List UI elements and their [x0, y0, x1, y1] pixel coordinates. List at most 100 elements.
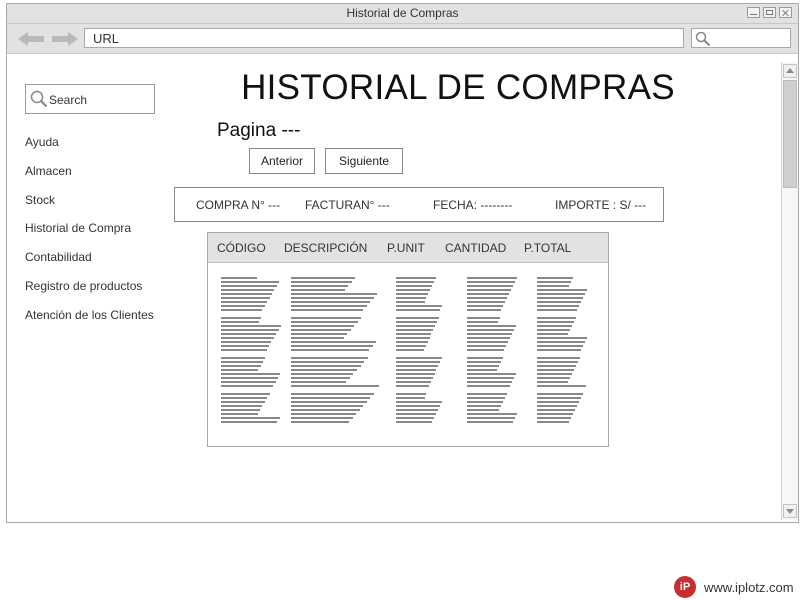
placeholder-text-line	[396, 357, 442, 359]
browser-search-field[interactable]	[691, 28, 791, 48]
placeholder-text-line	[537, 421, 569, 423]
placeholder-text-line	[467, 357, 503, 359]
sidebar-item-stock[interactable]: Stock	[25, 190, 154, 219]
scroll-thumb[interactable]	[783, 80, 797, 188]
placeholder-text-line	[291, 413, 357, 415]
placeholder-text-line	[221, 365, 261, 367]
placeholder-text-line	[396, 413, 437, 415]
window-title: Historial de Compras	[346, 6, 459, 20]
placeholder-text-line	[467, 309, 501, 311]
placeholder-text-line	[537, 305, 579, 307]
placeholder-text-line	[221, 361, 263, 363]
placeholder-text-line	[221, 329, 279, 331]
placeholder-text-line	[291, 281, 352, 283]
placeholder-text-line	[221, 405, 263, 407]
placeholder-text-line	[221, 341, 272, 343]
placeholder-text-line	[221, 289, 275, 291]
placeholder-text-line	[467, 365, 499, 367]
placeholder-text-line	[221, 381, 276, 383]
placeholder-text-line	[396, 333, 432, 335]
placeholder-text-line	[537, 345, 583, 347]
placeholder-text-line	[396, 421, 433, 423]
placeholder-text-line	[291, 357, 368, 359]
placeholder-text-column-descripcion	[291, 277, 379, 429]
sidebar-item-almacen[interactable]: Almacen	[25, 161, 154, 190]
placeholder-text-column-punit	[396, 277, 442, 429]
sidebar-item-atencion[interactable]: Atención de los Clientes	[25, 305, 154, 334]
placeholder-text-line	[537, 393, 583, 395]
placeholder-text-line	[396, 373, 435, 375]
maximize-button[interactable]	[763, 7, 776, 18]
scroll-down-button[interactable]	[783, 504, 797, 518]
placeholder-text-line	[221, 393, 270, 395]
placeholder-text-line	[291, 309, 364, 311]
title-bar: Historial de Compras	[7, 4, 798, 24]
placeholder-text-line	[396, 289, 431, 291]
placeholder-text-line	[396, 345, 426, 347]
next-button[interactable]: Siguiente	[325, 148, 403, 174]
placeholder-text-line	[467, 305, 503, 307]
placeholder-text-line	[537, 285, 569, 287]
placeholder-text-line	[537, 397, 581, 399]
placeholder-text-line	[467, 281, 515, 283]
placeholder-text-line	[396, 301, 425, 303]
placeholder-text-line	[467, 337, 510, 339]
forward-arrow-icon[interactable]	[52, 32, 78, 46]
placeholder-text-line	[291, 289, 345, 291]
placeholder-text-line	[537, 289, 587, 291]
sidebar-menu: Ayuda Almacen Stock Historial de Compra …	[25, 132, 154, 334]
placeholder-text-line	[537, 277, 573, 279]
placeholder-text-line	[537, 317, 576, 319]
minimize-button[interactable]	[747, 7, 760, 18]
placeholder-text-line	[537, 281, 571, 283]
placeholder-text-line	[291, 277, 356, 279]
placeholder-text-line	[396, 281, 434, 283]
vertical-scrollbar[interactable]	[781, 62, 798, 520]
placeholder-text-line	[537, 337, 587, 339]
previous-button[interactable]: Anterior	[249, 148, 315, 174]
sidebar-item-historial[interactable]: Historial de Compra	[25, 218, 154, 247]
placeholder-text-line	[467, 409, 499, 411]
placeholder-text-line	[221, 349, 267, 351]
sidebar-item-registro[interactable]: Registro de productos	[25, 276, 154, 305]
sidebar-item-ayuda[interactable]: Ayuda	[25, 132, 154, 161]
placeholder-text-line	[291, 341, 377, 343]
placeholder-text-line	[396, 405, 440, 407]
placeholder-text-line	[467, 413, 517, 415]
placeholder-text-line	[396, 277, 436, 279]
placeholder-text-line	[221, 417, 280, 419]
placeholder-text-line	[537, 309, 577, 311]
placeholder-text-line	[221, 297, 270, 299]
placeholder-text-line	[396, 321, 437, 323]
placeholder-text-line	[537, 325, 572, 327]
placeholder-text-line	[537, 321, 574, 323]
url-bar[interactable]: URL	[84, 28, 684, 48]
iplotz-logo-text: www.iplotz.com	[704, 580, 794, 595]
close-button[interactable]	[779, 7, 792, 18]
placeholder-text-line	[467, 297, 507, 299]
placeholder-text-line	[396, 369, 437, 371]
column-header-codigo: CÓDIGO	[217, 241, 266, 255]
placeholder-text-line	[537, 297, 583, 299]
placeholder-text-line	[467, 321, 498, 323]
scroll-up-button[interactable]	[783, 64, 797, 78]
placeholder-text-column-cantidad	[467, 277, 517, 429]
placeholder-text-line	[467, 393, 507, 395]
back-arrow-icon[interactable]	[18, 32, 44, 46]
placeholder-text-line	[467, 325, 516, 327]
placeholder-text-line	[537, 365, 576, 367]
column-header-descripcion: DESCRIPCIÓN	[284, 241, 368, 255]
placeholder-text-line	[537, 401, 579, 403]
placeholder-text-line	[537, 373, 572, 375]
placeholder-text-line	[396, 305, 442, 307]
sidebar-search-input[interactable]: Search	[25, 84, 155, 114]
placeholder-text-line	[221, 305, 265, 307]
placeholder-text-line	[467, 385, 510, 387]
placeholder-text-line	[291, 333, 348, 335]
placeholder-text-line	[291, 361, 365, 363]
placeholder-text-line	[396, 317, 439, 319]
search-icon	[30, 90, 48, 108]
sidebar-item-contabilidad[interactable]: Contabilidad	[25, 247, 154, 276]
placeholder-text-line	[467, 381, 512, 383]
placeholder-text-line	[396, 385, 430, 387]
